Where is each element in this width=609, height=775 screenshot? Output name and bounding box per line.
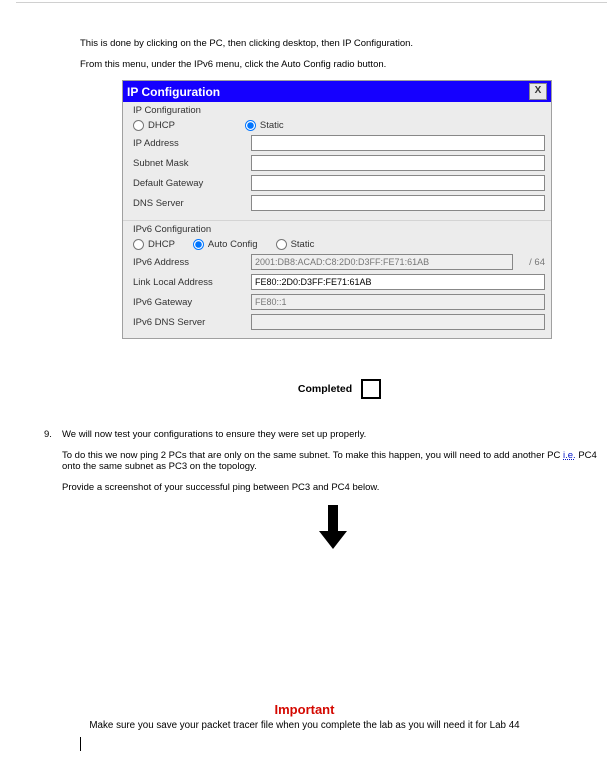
ipv6-auto-label: Auto Config xyxy=(208,239,258,250)
ipv6-dhcp-label: DHCP xyxy=(148,239,175,250)
ipv6-dns-label: IPv6 DNS Server xyxy=(133,317,251,328)
ipv4-dhcp-radio-input[interactable] xyxy=(133,120,144,131)
ip-config-window: IP Configuration X IP Configuration DHCP… xyxy=(122,80,552,339)
ie-link: i.e. xyxy=(563,450,576,461)
default-gateway-input[interactable] xyxy=(251,175,545,191)
ipv6-static-radio[interactable]: Static xyxy=(276,239,315,250)
ipv6-section-label: IPv6 Configuration xyxy=(123,221,551,237)
ipv4-static-radio-input[interactable] xyxy=(245,120,256,131)
subnet-mask-input[interactable] xyxy=(251,155,545,171)
ipv4-dhcp-label: DHCP xyxy=(148,120,175,131)
completed-label: Completed xyxy=(298,383,352,395)
ipv4-dhcp-radio[interactable]: DHCP xyxy=(133,120,175,131)
important-block: Important Make sure you save your packet… xyxy=(0,702,609,731)
ipv6-address-label: IPv6 Address xyxy=(133,257,251,268)
ipv6-dns-input[interactable] xyxy=(251,314,545,330)
default-gateway-label: Default Gateway xyxy=(133,178,251,189)
subnet-mask-label: Subnet Mask xyxy=(133,158,251,169)
ipv6-static-radio-input[interactable] xyxy=(276,239,287,250)
close-button[interactable]: X xyxy=(529,83,547,100)
document-page: This is done by clicking on the PC, then… xyxy=(0,0,609,775)
ipv4-static-radio[interactable]: Static xyxy=(245,120,284,131)
ipv4-mode-row: DHCP Static xyxy=(123,118,551,133)
important-text: Make sure you save your packet tracer fi… xyxy=(0,720,609,731)
ipv6-mode-row: DHCP Auto Config Static xyxy=(123,237,551,252)
important-title: Important xyxy=(0,702,609,717)
step-9-block: 9. We will now test your configurations … xyxy=(62,429,604,554)
ipv6-static-label: Static xyxy=(291,239,315,250)
intro-text: This is done by clicking on the PC, then… xyxy=(80,38,599,70)
ipv6-auto-radio-input[interactable] xyxy=(193,239,204,250)
step-9-number: 9. xyxy=(44,429,62,440)
step-9-line-2: To do this we now ping 2 PCs that are on… xyxy=(62,450,604,472)
text-cursor xyxy=(80,737,81,751)
window-title: IP Configuration xyxy=(127,85,220,99)
page-top-rule xyxy=(16,2,607,11)
link-local-label: Link Local Address xyxy=(133,277,251,288)
ipv6-prefix-suffix: / 64 xyxy=(513,257,545,268)
ipv4-static-label: Static xyxy=(260,120,284,131)
link-local-input[interactable] xyxy=(251,274,545,290)
ip-address-label: IP Address xyxy=(133,138,251,149)
completed-row: Completed xyxy=(80,379,599,399)
intro-line-2: From this menu, under the IPv6 menu, cli… xyxy=(80,59,599,70)
ipv6-gateway-input[interactable] xyxy=(251,294,545,310)
step-9-line-1: We will now test your configurations to … xyxy=(62,429,604,440)
ipv6-gateway-label: IPv6 Gateway xyxy=(133,297,251,308)
ipv6-dhcp-radio-input[interactable] xyxy=(133,239,144,250)
intro-line-1: This is done by clicking on the PC, then… xyxy=(80,38,599,49)
down-arrow-icon xyxy=(62,503,604,554)
window-titlebar: IP Configuration X xyxy=(123,81,551,102)
step-9-line-3: Provide a screenshot of your successful … xyxy=(62,482,604,493)
completed-checkbox[interactable] xyxy=(361,379,381,399)
ip-address-input[interactable] xyxy=(251,135,545,151)
dns-server-input[interactable] xyxy=(251,195,545,211)
ipv6-dhcp-radio[interactable]: DHCP xyxy=(133,239,175,250)
ipv4-section-label: IP Configuration xyxy=(123,102,551,118)
ipv6-auto-radio[interactable]: Auto Config xyxy=(193,239,258,250)
dns-server-label: DNS Server xyxy=(133,198,251,209)
ipv6-address-input[interactable] xyxy=(251,254,513,270)
